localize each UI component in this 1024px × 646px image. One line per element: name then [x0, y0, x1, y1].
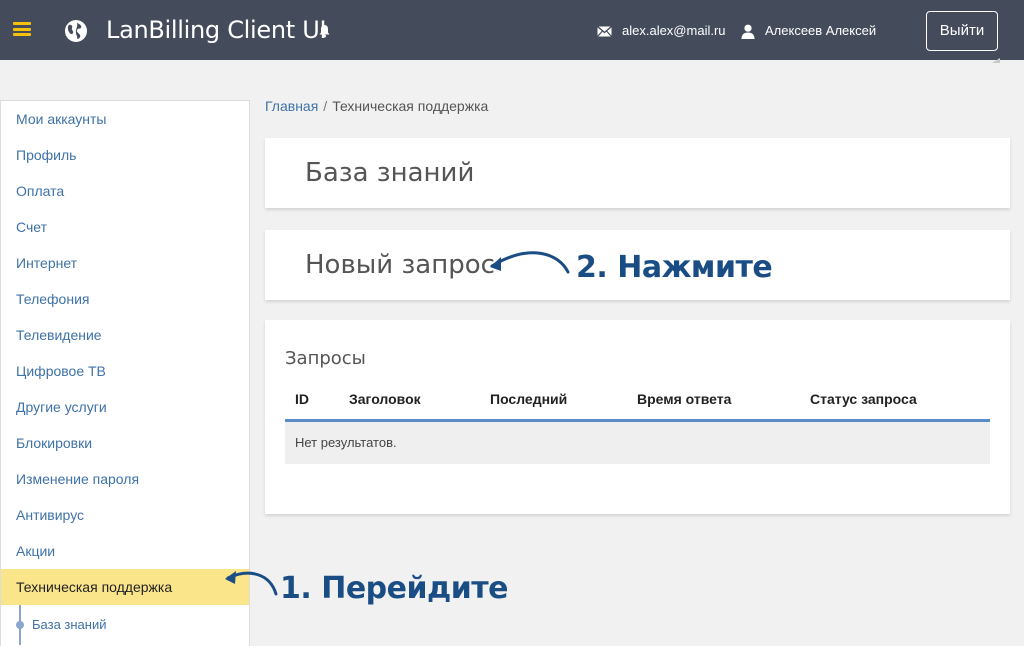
- sidebar-item-telephony[interactable]: Телефония: [1, 281, 249, 317]
- sidebar: Мои аккаунты Профиль Оплата Счет Интерне…: [0, 100, 250, 646]
- logout-button[interactable]: Выйти: [926, 11, 998, 51]
- mail-icon: [597, 26, 612, 37]
- requests-card: Запросы ID Заголовок Последний Время отв…: [265, 320, 1010, 514]
- user-email: alex.alex@mail.ru: [622, 23, 726, 38]
- sidebar-item-promotions[interactable]: Акции: [1, 533, 249, 569]
- user-icon: [741, 24, 755, 39]
- column-header-title[interactable]: Заголовок: [349, 391, 421, 407]
- sidebar-item-accounts[interactable]: Мои аккаунты: [1, 101, 249, 137]
- knowledge-base-card[interactable]: База знаний: [265, 138, 1010, 208]
- breadcrumb: Главная / Техническая поддержка: [265, 98, 488, 114]
- user-name[interactable]: Алексеев Алексей: [765, 23, 876, 38]
- annotation-arrow-1-icon: [225, 571, 278, 596]
- annotation-step-1: 1. Перейдите: [280, 571, 509, 606]
- top-navbar: LanBilling Client UI alex.alex@mail.ru А…: [0, 0, 1024, 60]
- column-header-id[interactable]: ID: [295, 391, 309, 407]
- sidebar-item-television[interactable]: Телевидение: [1, 317, 249, 353]
- sidebar-item-blocks[interactable]: Блокировки: [1, 425, 249, 461]
- knowledge-base-link[interactable]: База знаний: [305, 158, 474, 188]
- annotation-step-2: 2. Нажмите: [576, 250, 773, 285]
- globe-icon: [65, 20, 87, 42]
- breadcrumb-current: Техническая поддержка: [332, 98, 489, 114]
- submenu-bullet-icon: [16, 621, 24, 629]
- requests-title: Запросы: [285, 348, 366, 369]
- sidebar-item-internet[interactable]: Интернет: [1, 245, 249, 281]
- menu-toggle-icon[interactable]: [13, 22, 31, 36]
- sidebar-item-profile[interactable]: Профиль: [1, 137, 249, 173]
- bell-icon[interactable]: [318, 24, 331, 38]
- sidebar-item-other-services[interactable]: Другие услуги: [1, 389, 249, 425]
- annotation-arrow-2-icon: [490, 251, 570, 274]
- breadcrumb-separator: /: [323, 98, 328, 114]
- column-header-response-time[interactable]: Время ответа: [637, 391, 731, 407]
- new-request-link[interactable]: Новый запрос: [305, 250, 495, 280]
- sidebar-item-invoice[interactable]: Счет: [1, 209, 249, 245]
- column-header-status[interactable]: Статус запроса: [810, 391, 917, 407]
- breadcrumb-home-link[interactable]: Главная: [265, 98, 318, 114]
- sidebar-item-tech-support[interactable]: Техническая поддержка: [1, 569, 249, 605]
- app-title[interactable]: LanBilling Client UI: [106, 16, 327, 44]
- resize-corner-icon: [992, 58, 1000, 63]
- sidebar-item-payment[interactable]: Оплата: [1, 173, 249, 209]
- sidebar-item-antivirus[interactable]: Антивирус: [1, 497, 249, 533]
- sidebar-item-digital-tv[interactable]: Цифровое ТВ: [1, 353, 249, 389]
- column-header-last[interactable]: Последний: [490, 391, 567, 407]
- sidebar-subitem-knowledge-base[interactable]: База знаний: [32, 617, 107, 632]
- table-empty-row: Нет результатов.: [285, 422, 990, 464]
- sidebar-item-change-password[interactable]: Изменение пароля: [1, 461, 249, 497]
